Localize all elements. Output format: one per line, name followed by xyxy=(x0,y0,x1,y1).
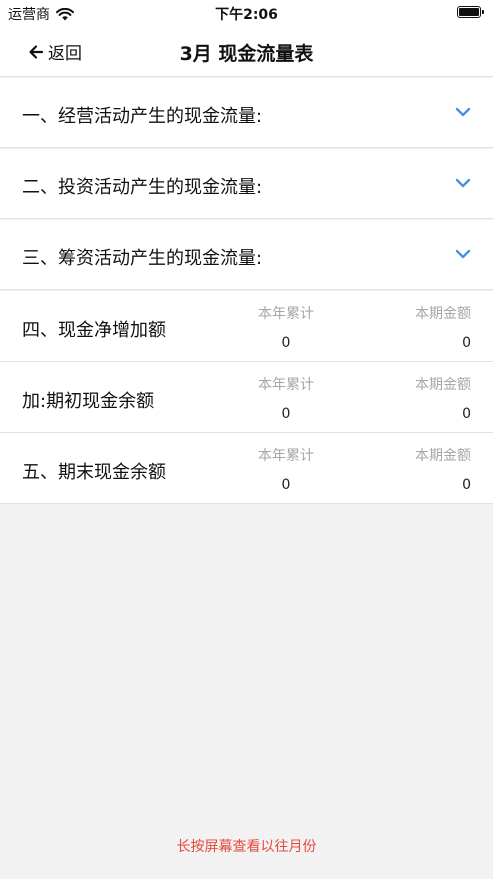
long-press-hint: 长按屏幕查看以往月份 xyxy=(176,839,317,855)
row-closing-balance: 五、期末现金余额 本年累计 0 本期金额 0 xyxy=(0,433,493,504)
chevron-down-icon[interactable] xyxy=(455,106,471,118)
ytd-value: 0 xyxy=(281,335,291,351)
section-label: 三、筹资活动产生的现金流量: xyxy=(22,248,263,269)
period-header: 本期金额 xyxy=(415,448,471,464)
period-header: 本期金额 xyxy=(415,306,471,322)
section-investing-activities[interactable]: 二、投资活动产生的现金流量: xyxy=(0,149,493,219)
period-header: 本期金额 xyxy=(415,377,471,393)
nav-bar: 返回 3月 现金流量表 xyxy=(0,26,493,77)
row-label: 加:期初现金余额 xyxy=(22,391,155,412)
page-title: 3月 现金流量表 xyxy=(179,43,314,65)
status-bar: 运营商 下午2:06 xyxy=(0,0,493,26)
ytd-header: 本年累计 xyxy=(258,306,314,322)
section-financing-activities[interactable]: 三、筹资活动产生的现金流量: xyxy=(0,220,493,290)
ytd-value: 0 xyxy=(281,477,291,493)
row-opening-balance: 加:期初现金余额 本年累计 0 本期金额 0 xyxy=(0,362,493,433)
status-time: 下午2:06 xyxy=(215,7,278,23)
period-value: 0 xyxy=(462,477,471,493)
ytd-header: 本年累计 xyxy=(258,448,314,464)
chevron-down-icon[interactable] xyxy=(455,177,471,189)
period-value: 0 xyxy=(462,335,471,351)
battery-icon xyxy=(457,6,484,18)
section-label: 二、投资活动产生的现金流量: xyxy=(22,177,263,198)
chevron-down-icon[interactable] xyxy=(455,248,471,260)
row-label: 四、现金净增加额 xyxy=(22,320,166,341)
ytd-header: 本年累计 xyxy=(258,377,314,393)
screen: 运营商 下午2:06 返回 3月 现金流量表 一、经营活动产生的现金流量: 二、… xyxy=(0,0,493,879)
ytd-value: 0 xyxy=(281,406,291,422)
period-value: 0 xyxy=(462,406,471,422)
section-label: 一、经营活动产生的现金流量: xyxy=(22,106,263,127)
section-operating-activities[interactable]: 一、经营活动产生的现金流量: xyxy=(0,78,493,148)
row-net-increase: 四、现金净增加额 本年累计 0 本期金额 0 xyxy=(0,291,493,362)
row-label: 五、期末现金余额 xyxy=(22,462,166,483)
